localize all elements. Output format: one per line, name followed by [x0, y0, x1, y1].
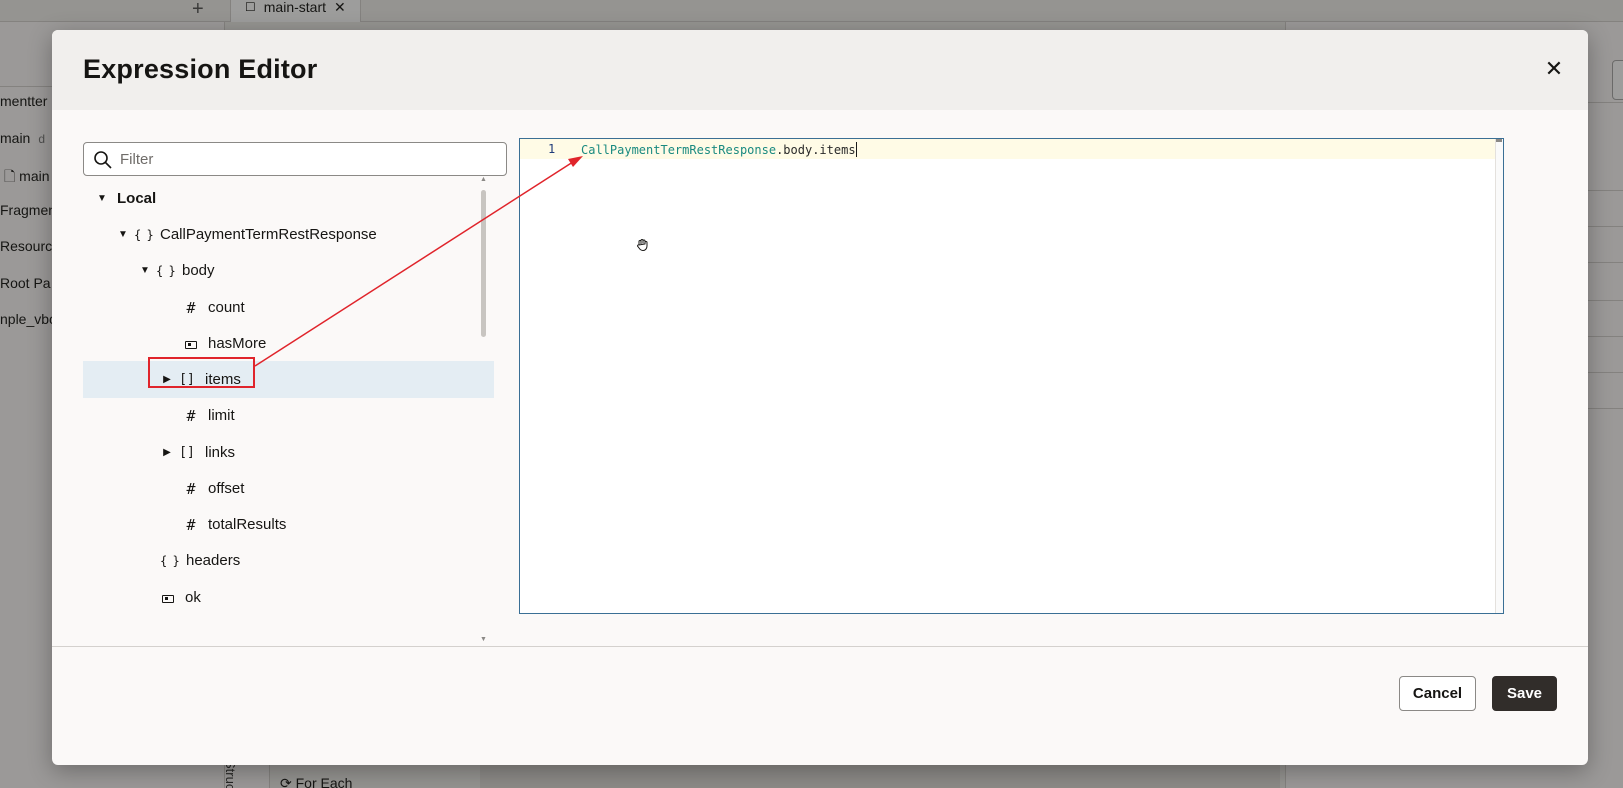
code-line[interactable]: CallPaymentTermRestResponse.body.items: [581, 142, 858, 157]
tree-section-local[interactable]: ▼ Local: [83, 180, 494, 217]
boolean-icon: [184, 337, 198, 351]
expression-editor-dialog: Expression Editor ✕ ▼ Local ▼ { } CallPa…: [52, 30, 1588, 765]
code-path: .body.items: [776, 143, 856, 157]
object-icon: { }: [156, 263, 176, 278]
object-icon: { }: [134, 227, 154, 242]
number-icon: #: [186, 515, 196, 534]
text-cursor: [855, 142, 858, 157]
scroll-up-icon[interactable]: ▲: [480, 176, 487, 183]
tree-item-limit[interactable]: # limit: [83, 397, 494, 434]
array-icon: []: [179, 372, 195, 387]
tree-item-links[interactable]: ▶ [] links: [83, 434, 494, 471]
close-icon[interactable]: ✕: [1540, 55, 1568, 83]
tree-item-offset[interactable]: # offset: [83, 470, 494, 507]
expression-code-editor[interactable]: 1 CallPaymentTermRestResponse.body.items: [519, 138, 1504, 614]
boolean-icon: [161, 591, 175, 605]
tree-item-body[interactable]: ▼ { } body: [83, 252, 494, 289]
tree-label: limit: [208, 407, 235, 424]
filter-input[interactable]: [120, 144, 500, 174]
tree-label: ok: [185, 589, 201, 606]
tree-item-totalresults[interactable]: # totalResults: [83, 506, 494, 543]
number-icon: #: [186, 298, 196, 317]
footer-divider: [52, 646, 1588, 647]
tree-item-callpaymenttermrestresponse[interactable]: ▼ { } CallPaymentTermRestResponse: [83, 216, 494, 253]
tree-item-count[interactable]: # count: [83, 289, 494, 326]
line-number: 1: [548, 142, 556, 156]
tree-item-ok[interactable]: ok: [83, 579, 494, 616]
editor-scrollbar[interactable]: [1495, 139, 1503, 613]
editor-scrollbar-marker: [1496, 139, 1502, 142]
tree-label: items: [205, 371, 241, 388]
tree-item-items[interactable]: ▶ [] items: [83, 361, 494, 398]
code-identifier: CallPaymentTermRestResponse: [581, 143, 777, 157]
number-icon: #: [186, 406, 196, 425]
tree-label: Local: [117, 190, 157, 207]
filter-field[interactable]: [83, 142, 507, 176]
tree-scrollbar[interactable]: ▲ ▼: [480, 176, 487, 643]
tree-label: CallPaymentTermRestResponse: [160, 226, 377, 243]
cancel-button[interactable]: Cancel: [1399, 676, 1476, 711]
variable-tree: ▼ Local ▼ { } CallPaymentTermRestRespons…: [83, 180, 498, 640]
object-icon: { }: [160, 553, 180, 568]
scroll-down-icon[interactable]: ▼: [480, 636, 487, 643]
dialog-title: Expression Editor: [83, 54, 318, 84]
tree-label: offset: [208, 480, 245, 497]
search-icon: [94, 151, 112, 169]
grab-hand-icon: [637, 239, 648, 252]
tree-label: links: [205, 444, 236, 461]
tree-item-hasmore[interactable]: hasMore: [83, 325, 494, 362]
tree-label: count: [208, 299, 245, 316]
save-button[interactable]: Save: [1492, 676, 1557, 711]
tree-label: hasMore: [208, 335, 267, 352]
dialog-header: Expression Editor ✕: [52, 30, 1588, 110]
caret-right-icon[interactable]: ▶: [160, 374, 174, 385]
caret-right-icon[interactable]: ▶: [160, 447, 174, 458]
tree-label: totalResults: [208, 516, 287, 533]
tree-label: headers: [186, 552, 241, 569]
number-icon: #: [186, 479, 196, 498]
array-icon: []: [179, 445, 195, 460]
tree-label: body: [182, 262, 215, 279]
caret-down-icon[interactable]: ▼: [138, 265, 152, 276]
caret-down-icon[interactable]: ▼: [95, 193, 109, 204]
caret-down-icon[interactable]: ▼: [116, 229, 130, 240]
tree-item-headers[interactable]: { } headers: [83, 542, 494, 579]
scrollbar-thumb[interactable]: [481, 190, 486, 337]
